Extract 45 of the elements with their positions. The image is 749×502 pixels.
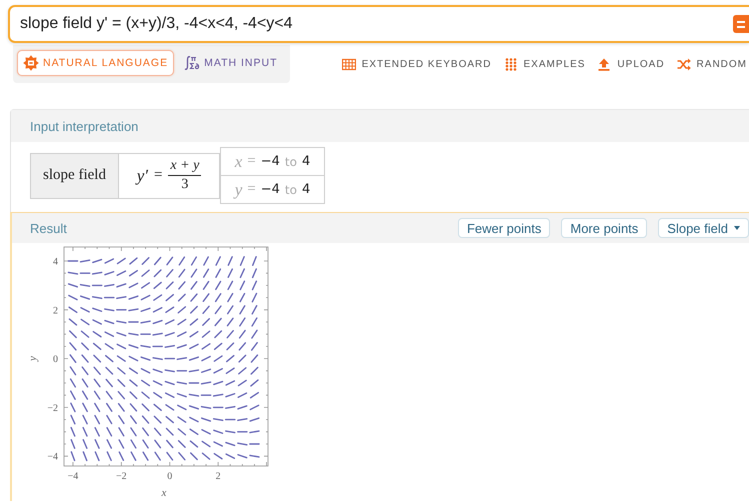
math-text: 4: [302, 182, 310, 197]
axis-label: x: [162, 487, 166, 499]
math-text: x: [234, 152, 242, 172]
tick-label: 2: [216, 471, 221, 482]
fraction-numerator: x + y: [168, 158, 202, 176]
tick-label: 4: [53, 256, 58, 268]
math-text: =: [247, 181, 256, 198]
axis-label: y: [30, 356, 39, 362]
plot-type-dropdown[interactable]: Slope field: [658, 218, 749, 238]
tick-label: −2: [47, 402, 58, 414]
toolbar-link[interactable]: EXTENDED KEYBOARD: [342, 58, 492, 71]
table-cell: slope field: [30, 152, 119, 198]
upload-icon: [597, 58, 612, 71]
math-text: to: [284, 182, 297, 196]
points-button[interactable]: More points: [561, 218, 648, 238]
toolbar-link[interactable]: RANDOM: [676, 58, 747, 71]
starburst-icon: [23, 55, 39, 71]
toolbar-link[interactable]: EXAMPLES: [504, 58, 586, 71]
math-text: −4: [260, 182, 280, 197]
caret-icon: [734, 226, 740, 230]
math-text: y′: [136, 166, 148, 186]
tick-label: 2: [53, 305, 58, 316]
compute-button[interactable]: [733, 15, 749, 33]
tick-label: −4: [68, 471, 78, 482]
toolbar-link[interactable]: UPLOAD: [597, 58, 665, 71]
tick-label: −4: [47, 452, 58, 463]
math-text: =: [154, 167, 162, 184]
section-title: Result: [30, 220, 67, 236]
keyboard-icon: [342, 58, 356, 71]
section-title: Input interpretation: [30, 118, 138, 134]
tick-label: −2: [116, 471, 127, 482]
fraction-denominator: 3: [181, 176, 188, 193]
tick-label: 0: [167, 471, 172, 482]
input-mode-tab[interactable]: MATH INPUT: [178, 50, 284, 76]
points-button[interactable]: Fewer points: [458, 218, 550, 238]
math-symbols-icon: [184, 55, 200, 71]
math-text: y: [234, 180, 242, 200]
math-text: =: [247, 153, 256, 170]
math-text: −4: [260, 154, 280, 169]
math-text: to: [284, 154, 297, 168]
search-field[interactable]: slope field y' = (x+y)/3, -4<x<4, -4<y<4: [8, 5, 749, 43]
tick-label: 0: [53, 354, 58, 366]
dots-grid-icon: [504, 58, 518, 71]
math-text: 4: [302, 154, 310, 169]
shuffle-icon: [676, 58, 691, 71]
